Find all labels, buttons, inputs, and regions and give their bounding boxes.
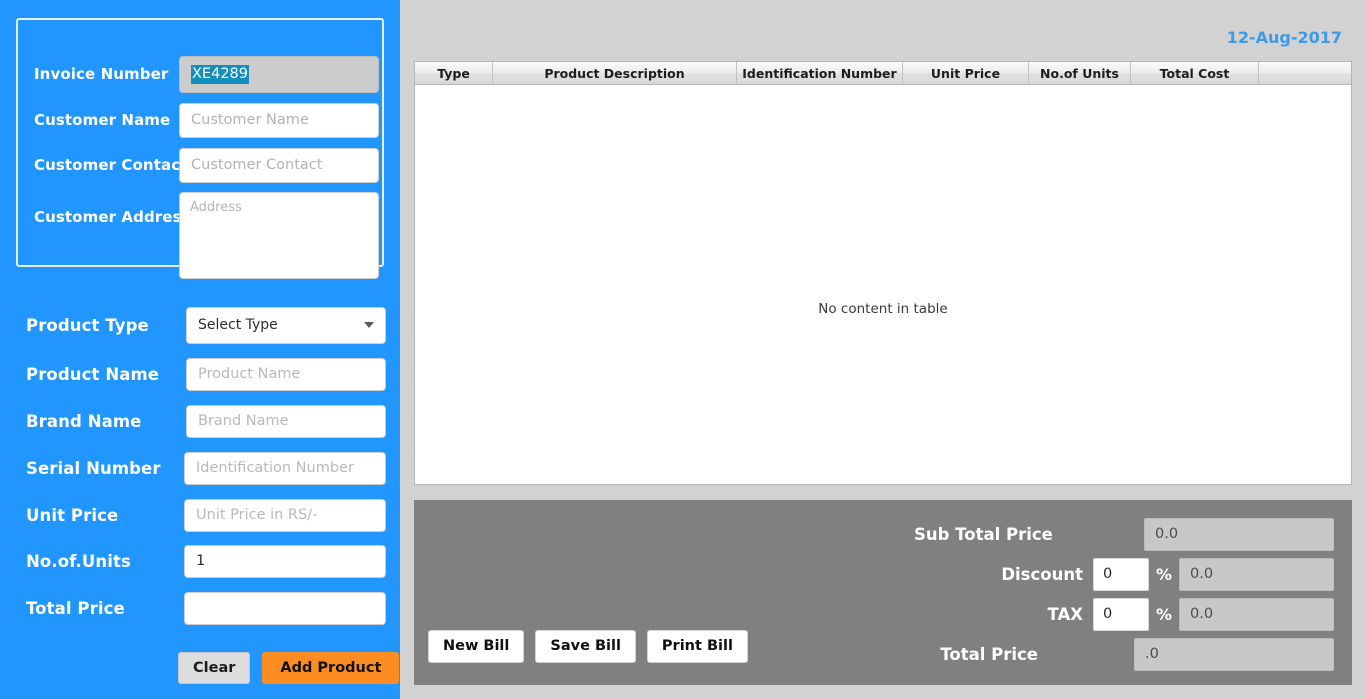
column-header-identification-number[interactable]: Identification Number xyxy=(737,62,903,84)
serial-number-label: Serial Number xyxy=(26,458,161,478)
product-action-buttons: Clear Add Product xyxy=(178,652,400,684)
discount-percent-symbol: % xyxy=(1155,564,1173,584)
total-price-label: Total Price xyxy=(940,644,1038,664)
column-header-total-cost[interactable]: Total Cost xyxy=(1131,62,1259,84)
column-header-spacer xyxy=(1259,62,1351,84)
customer-contact-input[interactable] xyxy=(179,147,379,183)
save-bill-button[interactable]: Save Bill xyxy=(535,630,636,663)
product-type-select[interactable]: Select Type xyxy=(186,306,386,344)
clear-button[interactable]: Clear xyxy=(178,652,251,684)
bill-items-table: Type Product Description Identification … xyxy=(414,61,1352,485)
invoice-number-row: Invoice Number XE4289 xyxy=(34,55,386,93)
column-header-unit-price[interactable]: Unit Price xyxy=(903,62,1029,84)
customer-name-label: Customer Name xyxy=(34,111,171,129)
column-header-description[interactable]: Product Description xyxy=(493,62,737,84)
customer-contact-row: Customer Contact xyxy=(34,147,386,183)
no-of-units-input[interactable] xyxy=(184,544,386,578)
sub-total-label: Sub Total Price xyxy=(914,524,1053,544)
product-type-label: Product Type xyxy=(26,315,149,335)
discount-amount-value: 0.0 xyxy=(1179,557,1334,591)
customer-address-row: Customer Address xyxy=(34,192,386,282)
table-header-row: Type Product Description Identification … xyxy=(415,62,1351,85)
invoice-number-input[interactable]: XE4289 xyxy=(179,55,379,93)
bill-action-buttons: New Bill Save Bill Print Bill xyxy=(428,630,748,663)
billing-app-window: Invoice Number XE4289 Customer Name Cust… xyxy=(0,0,1366,699)
unit-price-row: Unit Price xyxy=(26,496,386,534)
product-type-row: Product Type Select Type xyxy=(26,306,386,344)
brand-name-row: Brand Name xyxy=(26,402,386,440)
table-empty-message: No content in table xyxy=(818,301,948,317)
product-total-price-input[interactable] xyxy=(184,591,386,625)
totals-group: Sub Total Price 0.0 Discount % 0.0 TAX %… xyxy=(914,514,1334,674)
add-product-button[interactable]: Add Product xyxy=(262,652,400,684)
customer-address-textarea[interactable] xyxy=(179,192,379,279)
tax-row: TAX % 0.0 xyxy=(914,594,1334,634)
product-total-price-label: Total Price xyxy=(26,598,125,618)
customer-details-box: Invoice Number XE4289 Customer Name Cust… xyxy=(16,18,386,279)
table-body: No content in table xyxy=(415,85,1351,484)
chevron-down-icon xyxy=(364,322,374,328)
total-price-value: .0 xyxy=(1134,637,1334,671)
product-name-input[interactable] xyxy=(186,357,386,391)
print-bill-button[interactable]: Print Bill xyxy=(646,630,748,663)
tax-percent-symbol: % xyxy=(1155,604,1173,624)
tax-label: TAX xyxy=(1047,604,1083,624)
product-name-row: Product Name xyxy=(26,355,386,393)
sidebar-panel: Invoice Number XE4289 Customer Name Cust… xyxy=(0,0,400,699)
discount-label: Discount xyxy=(1001,564,1083,584)
unit-price-label: Unit Price xyxy=(26,505,119,525)
sub-total-row: Sub Total Price 0.0 xyxy=(914,514,1334,554)
customer-contact-label: Customer Contact xyxy=(34,156,188,174)
bill-date: 12-Aug-2017 xyxy=(1226,28,1342,47)
discount-percent-input[interactable] xyxy=(1093,557,1149,591)
customer-name-row: Customer Name xyxy=(34,102,386,138)
column-header-no-of-units[interactable]: No.of Units xyxy=(1029,62,1131,84)
bill-panel: 12-Aug-2017 Type Product Description Ide… xyxy=(400,0,1366,699)
unit-price-input[interactable] xyxy=(184,498,386,532)
summary-panel: New Bill Save Bill Print Bill Sub Total … xyxy=(414,500,1352,685)
serial-number-input[interactable] xyxy=(184,451,386,485)
invoice-number-label: Invoice Number xyxy=(34,65,169,83)
customer-address-label: Customer Address xyxy=(34,208,191,226)
customer-name-input[interactable] xyxy=(179,102,379,138)
product-type-selected-value: Select Type xyxy=(198,317,278,333)
no-of-units-row: No.of.Units xyxy=(26,542,386,580)
sub-total-value: 0.0 xyxy=(1144,517,1334,551)
brand-name-input[interactable] xyxy=(186,404,386,438)
brand-name-label: Brand Name xyxy=(26,411,142,431)
new-bill-button[interactable]: New Bill xyxy=(428,630,525,663)
product-total-price-row: Total Price xyxy=(26,589,386,627)
tax-amount-value: 0.0 xyxy=(1179,597,1334,631)
invoice-number-value: XE4289 xyxy=(191,64,249,84)
column-header-type[interactable]: Type xyxy=(415,62,493,84)
discount-row: Discount % 0.0 xyxy=(914,554,1334,594)
total-price-row: Total Price .0 xyxy=(914,634,1334,674)
no-of-units-label: No.of.Units xyxy=(26,551,131,571)
tax-percent-input[interactable] xyxy=(1093,597,1149,631)
serial-number-row: Serial Number xyxy=(26,449,386,487)
product-name-label: Product Name xyxy=(26,364,160,384)
